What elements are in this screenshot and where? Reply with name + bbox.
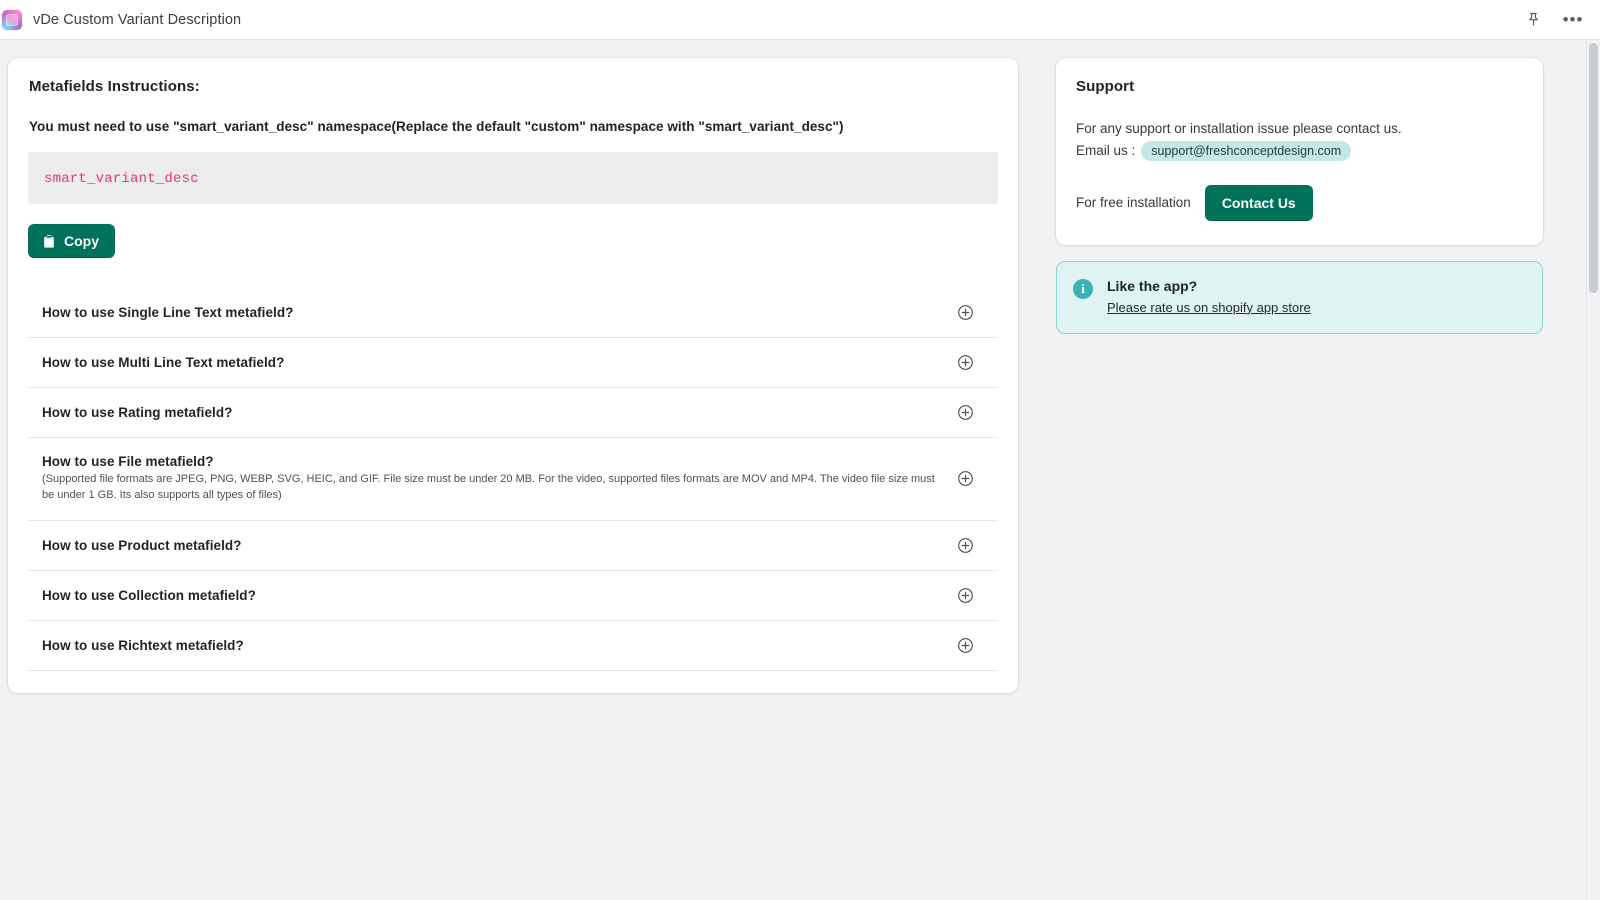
plus-circle-icon[interactable] (957, 470, 974, 487)
plus-circle-icon[interactable] (957, 637, 974, 654)
free-installation-label: For free installation (1076, 195, 1191, 211)
faq-text-group: How to use Product metafield? (42, 538, 241, 553)
support-email-row: Email us : support@freshconceptdesign.co… (1076, 140, 1523, 161)
more-dots-glyph: ••• (1562, 9, 1584, 29)
topbar-left-group: vDe Custom Variant Description (0, 9, 242, 30)
scrollbar-thumb[interactable] (1589, 43, 1598, 293)
faq-accordion-list: How to use Single Line Text metafield? H… (28, 290, 998, 671)
faq-row[interactable]: How to use Single Line Text metafield? (28, 290, 998, 337)
rate-banner-text-group: Like the app? Please rate us on shopify … (1107, 278, 1311, 315)
faq-row[interactable]: How to use File metafield? (Supported fi… (28, 437, 998, 520)
faq-text-group: How to use Rating metafield? (42, 405, 232, 420)
plus-circle-icon[interactable] (957, 304, 974, 321)
free-installation-row: For free installation Contact Us (1076, 184, 1523, 221)
faq-row[interactable]: How to use Rating metafield? (28, 387, 998, 437)
faq-question: How to use Richtext metafield? (42, 637, 244, 653)
namespace-instruction: You must need to use "smart_variant_desc… (29, 119, 844, 134)
app-gradient-icon (2, 9, 22, 30)
side-column: Support For any support or installation … (1056, 58, 1543, 334)
faq-text-group: How to use Single Line Text metafield? (42, 305, 293, 320)
faq-description: (Supported file formats are JPEG, PNG, W… (42, 473, 935, 501)
code-snippet-text: smart_variant_desc (44, 171, 199, 187)
faq-row[interactable]: How to use Product metafield? (28, 519, 998, 570)
plus-circle-icon[interactable] (957, 587, 974, 604)
pin-icon[interactable] (1522, 9, 1544, 31)
faq-text-group: How to use File metafield? (Supported fi… (42, 454, 941, 504)
page-body: Metafields Instructions: You must need t… (0, 40, 1600, 900)
clipboard-icon (42, 234, 56, 249)
copy-button[interactable]: Copy (28, 224, 115, 258)
faq-question: How to use Single Line Text metafield? (42, 305, 294, 320)
rate-banner-title: Like the app? (1107, 277, 1198, 294)
plus-circle-icon[interactable] (957, 537, 974, 554)
metafields-instructions-card: Metafields Instructions: You must need t… (8, 58, 1018, 693)
support-card: Support For any support or installation … (1056, 58, 1543, 245)
plus-circle-icon[interactable] (957, 404, 974, 421)
support-title: Support (1076, 78, 1135, 95)
email-label: Email us : (1076, 143, 1136, 159)
code-snippet-box: smart_variant_desc (28, 152, 998, 204)
main-column: Metafields Instructions: You must need t… (8, 58, 1018, 693)
faq-text-group: How to use Collection metafield? (42, 588, 256, 603)
contact-us-button[interactable]: Contact Us (1204, 184, 1313, 221)
page-title: Metafields Instructions: (29, 78, 200, 95)
topbar-right-group: ••• (1522, 9, 1584, 31)
faq-question: How to use Product metafield? (42, 537, 242, 553)
faq-row[interactable]: How to use Multi Line Text metafield? (28, 337, 998, 387)
support-email-badge[interactable]: support@freshconceptdesign.com (1141, 140, 1352, 161)
plus-circle-icon[interactable] (957, 354, 974, 371)
rate-app-banner: i Like the app? Please rate us on shopif… (1056, 260, 1543, 334)
faq-question: How to use File metafield? (42, 454, 214, 469)
faq-question: How to use Multi Line Text metafield? (42, 355, 285, 370)
faq-text-group: How to use Multi Line Text metafield? (42, 355, 284, 370)
faq-row[interactable]: How to use Collection metafield? (28, 569, 998, 620)
faq-row[interactable]: How to use Richtext metafield? (28, 619, 998, 671)
app-title: vDe Custom Variant Description (33, 11, 242, 28)
more-options-icon[interactable]: ••• (1562, 9, 1584, 31)
faq-text-group: How to use Richtext metafield? (42, 638, 244, 653)
copy-button-label: Copy (64, 233, 99, 249)
support-intro-text: For any support or installation issue pl… (1076, 121, 1402, 136)
app-topbar: vDe Custom Variant Description ••• (0, 0, 1600, 40)
faq-question: How to use Rating metafield? (42, 405, 233, 420)
rate-app-link[interactable]: Please rate us on shopify app store (1107, 300, 1311, 315)
faq-question: How to use Collection metafield? (42, 587, 256, 603)
page-scrollbar[interactable] (1586, 40, 1600, 900)
info-circle-icon: i (1073, 278, 1093, 299)
